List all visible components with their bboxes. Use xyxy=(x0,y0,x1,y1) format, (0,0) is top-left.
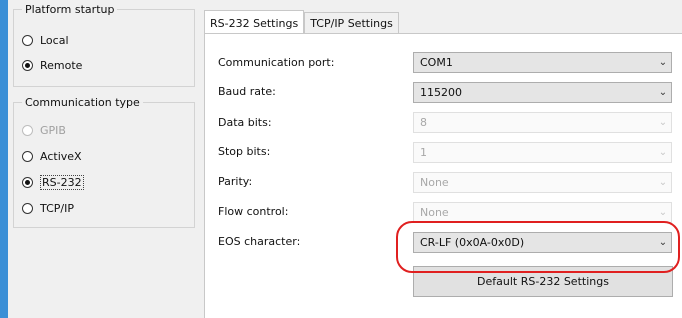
radio-activex[interactable]: ActiveX xyxy=(22,148,82,164)
left-options-pane: Platform startup Local Remote Communicat… xyxy=(8,0,198,318)
radio-gpib-label: GPIB xyxy=(40,123,66,137)
baud-rate-select[interactable]: 115200 ⌄ xyxy=(413,82,672,103)
chevron-down-icon: ⌄ xyxy=(658,87,668,98)
chevron-down-icon: ⌄ xyxy=(658,177,668,188)
data-bits-value: 8 xyxy=(420,116,427,129)
eos-character-value: CR-LF (0x0A-0x0D) xyxy=(420,236,525,249)
default-rs232-settings-button[interactable]: Default RS-232 Settings xyxy=(413,266,673,297)
radio-remote[interactable]: Remote xyxy=(22,57,82,73)
window-accent-strip xyxy=(0,0,8,318)
eos-character-label: EOS character: xyxy=(218,235,301,248)
radio-button-icon xyxy=(22,176,33,188)
radio-rs232[interactable]: RS-232 xyxy=(22,174,84,190)
chevron-down-icon: ⌄ xyxy=(658,237,668,248)
parity-label: Parity: xyxy=(218,175,253,188)
stop-bits-label: Stop bits: xyxy=(218,145,271,158)
radio-button-icon xyxy=(22,150,33,162)
rs232-settings-page: Communication port: COM1 ⌄ Baud rate: 11… xyxy=(204,33,682,318)
radio-rs232-label: RS-232 xyxy=(40,174,84,190)
flow-control-value: None xyxy=(420,206,449,219)
radio-activex-label: ActiveX xyxy=(40,149,82,163)
chevron-down-icon: ⌄ xyxy=(658,207,668,218)
communication-type-legend: Communication type xyxy=(25,96,140,109)
radio-button-icon xyxy=(22,202,33,214)
baud-rate-value: 115200 xyxy=(420,86,462,99)
radio-button-icon xyxy=(22,124,33,136)
radio-tcpip[interactable]: TCP/IP xyxy=(22,200,74,216)
radio-gpib[interactable]: GPIB xyxy=(22,122,66,138)
stop-bits-select[interactable]: 1 ⌄ xyxy=(413,142,672,163)
flow-control-label: Flow control: xyxy=(218,205,289,218)
chevron-down-icon: ⌄ xyxy=(658,57,668,68)
parity-select[interactable]: None ⌄ xyxy=(413,172,672,193)
data-bits-label: Data bits: xyxy=(218,116,272,129)
communication-port-value: COM1 xyxy=(420,56,453,69)
stop-bits-value: 1 xyxy=(420,146,427,159)
platform-startup-legend: Platform startup xyxy=(25,3,115,16)
baud-rate-label: Baud rate: xyxy=(218,85,276,98)
radio-button-icon xyxy=(22,59,33,71)
flow-control-select[interactable]: None ⌄ xyxy=(413,202,672,223)
eos-character-select[interactable]: CR-LF (0x0A-0x0D) ⌄ xyxy=(413,232,672,253)
communication-port-label: Communication port: xyxy=(218,56,335,69)
chevron-down-icon: ⌄ xyxy=(658,117,668,128)
radio-button-icon xyxy=(22,34,33,46)
radio-tcpip-label: TCP/IP xyxy=(40,201,74,215)
chevron-down-icon: ⌄ xyxy=(658,147,668,158)
radio-remote-label: Remote xyxy=(40,58,83,72)
tab-tcpip-settings[interactable]: TCP/IP Settings xyxy=(304,12,399,33)
tab-rs232-settings[interactable]: RS-232 Settings xyxy=(204,10,305,33)
radio-local-label: Local xyxy=(40,33,69,47)
data-bits-select[interactable]: 8 ⌄ xyxy=(413,112,672,133)
parity-value: None xyxy=(420,176,449,189)
radio-local[interactable]: Local xyxy=(22,32,69,48)
settings-tabs: RS-232 Settings TCP/IP Settings xyxy=(204,10,399,34)
communication-port-select[interactable]: COM1 ⌄ xyxy=(413,52,672,73)
settings-panel: RS-232 Settings TCP/IP Settings Communic… xyxy=(198,0,682,318)
